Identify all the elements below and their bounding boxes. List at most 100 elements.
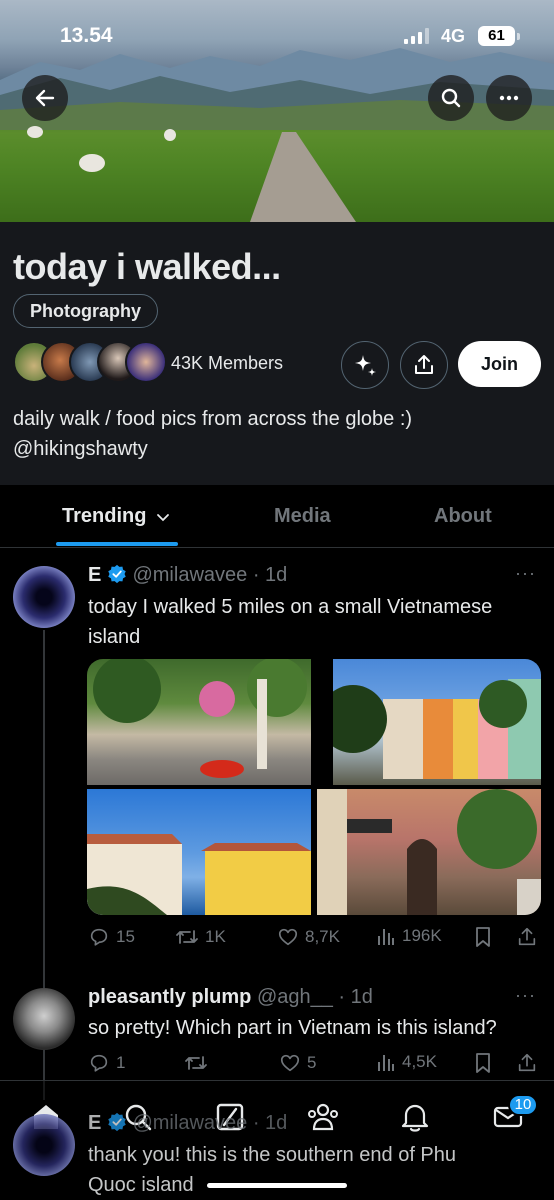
media-image-art (317, 789, 541, 915)
community-banner: 13.54 4G 61 (0, 0, 554, 222)
reply-icon (90, 928, 108, 946)
post-media-grid (87, 659, 541, 915)
post-actions: 1 5 4,5K (88, 1052, 540, 1080)
share-button[interactable] (400, 341, 448, 389)
bell-icon[interactable] (400, 1101, 430, 1133)
arrow-left-icon (35, 89, 55, 107)
home-indicator[interactable] (207, 1183, 347, 1188)
views-chart-icon (378, 1055, 394, 1071)
post-text-line: thank you! this is the southern end of P… (88, 1144, 457, 1166)
post-text-line: island (88, 626, 141, 648)
bookmark-icon (476, 1053, 490, 1073)
member-avatar (125, 341, 167, 383)
author-name[interactable]: pleasantly plump (88, 986, 251, 1008)
post-share-button[interactable] (516, 1052, 538, 1074)
status-bar: 13.54 4G 61 (0, 22, 554, 52)
search-button[interactable] (428, 75, 474, 121)
avatar[interactable] (13, 988, 75, 1050)
tab-media[interactable]: Media (274, 505, 331, 528)
post-time: · 1d (252, 564, 288, 586)
post-time: · 1d (338, 986, 373, 1008)
media-image[interactable] (317, 789, 541, 915)
status-time: 13.54 (60, 24, 113, 47)
category-chip[interactable]: Photography (13, 294, 158, 328)
post-share-button[interactable] (516, 926, 538, 948)
author-name[interactable]: E (88, 564, 101, 586)
like-button[interactable]: 5 (279, 1052, 316, 1074)
battery-level: 61 (478, 26, 515, 46)
community-title: today i walked... (13, 246, 281, 287)
view-count: 4,5K (402, 1052, 437, 1071)
post-more-button[interactable]: ··· (515, 563, 536, 584)
messages-badge: 10 (508, 1094, 538, 1116)
share-icon (415, 355, 433, 374)
chevron-down-icon (157, 514, 169, 522)
repost-icon (185, 1056, 207, 1070)
communities-icon[interactable] (306, 1101, 340, 1133)
tab-trending-label: Trending (62, 505, 147, 527)
active-tab-indicator (56, 542, 178, 546)
avatar[interactable] (13, 1114, 75, 1176)
bookmark-button[interactable] (473, 1052, 493, 1074)
battery-tip (517, 33, 520, 40)
media-image[interactable] (319, 659, 541, 785)
post-time: · 1d (252, 1112, 288, 1134)
post-header: E @milawavee · 1d (88, 1112, 287, 1135)
reply-count: 15 (116, 927, 135, 946)
tab-about[interactable]: About (434, 505, 492, 528)
back-button[interactable] (22, 75, 68, 121)
bookmark-button[interactable] (473, 926, 493, 948)
share-icon (518, 927, 536, 946)
views-chart-icon (378, 929, 394, 945)
network-type: 4G (441, 26, 466, 46)
more-options-button[interactable] (486, 75, 532, 121)
author-handle[interactable]: @agh__ (257, 986, 333, 1008)
tab-trending[interactable]: Trending (62, 505, 170, 528)
heart-icon (278, 928, 298, 946)
signal-icon (404, 28, 429, 44)
media-image[interactable] (87, 659, 311, 785)
grok-button[interactable] (341, 341, 389, 389)
reply-button[interactable]: 1 (88, 1052, 125, 1074)
repost-button[interactable]: 1K (175, 926, 226, 948)
post-text-line: so pretty! Which part in Vietnam is this… (88, 1017, 497, 1039)
post-header: E @milawavee · 1d (88, 564, 287, 587)
post-header: pleasantly plump @agh__ · 1d (88, 986, 373, 1009)
community-tabs: Trending Media About (0, 485, 554, 548)
post-text: thank you! this is the southern end of P… (88, 1140, 456, 1200)
member-avatars[interactable] (13, 341, 167, 385)
description-text: daily walk / food pics from across the g… (13, 408, 413, 430)
author-handle[interactable]: @milawavee (132, 564, 247, 586)
avatar[interactable] (13, 566, 75, 628)
views-button[interactable]: 196K (376, 926, 442, 946)
community-description: daily walk / food pics from across the g… (13, 404, 533, 464)
reply-button[interactable]: 15 (88, 926, 135, 948)
reply-count: 1 (116, 1053, 126, 1072)
like-count: 8,7K (305, 927, 340, 946)
media-image-art (319, 679, 541, 779)
like-count: 5 (307, 1053, 317, 1072)
post-more-button[interactable]: ··· (515, 985, 536, 1006)
views-button[interactable]: 4,5K (376, 1052, 437, 1072)
repost-button[interactable] (184, 1052, 214, 1074)
media-image[interactable] (87, 789, 311, 915)
repost-icon (176, 930, 198, 944)
media-image-art (87, 834, 311, 915)
community-info: today i walked... Photography 43K Member… (0, 222, 554, 485)
view-count: 196K (402, 926, 442, 945)
join-button[interactable]: Join (458, 341, 541, 387)
media-image-art (93, 659, 307, 778)
author-name[interactable]: E (88, 1112, 101, 1134)
bookmark-icon (476, 927, 490, 947)
post-text: today I walked 5 miles on a small Vietna… (88, 592, 492, 652)
verified-badge-icon (108, 1112, 126, 1132)
sparkle-icon (355, 355, 376, 376)
verified-badge-icon (108, 564, 126, 584)
like-button[interactable]: 8,7K (277, 926, 340, 948)
post-text: so pretty! Which part in Vietnam is this… (88, 1013, 497, 1043)
creator-handle-link[interactable]: @hikingshawty (13, 434, 533, 464)
post-text-line: today I walked 5 miles on a small Vietna… (88, 596, 493, 618)
member-count[interactable]: 43K Members (171, 353, 283, 374)
more-horizontal-icon (499, 95, 519, 101)
author-handle[interactable]: @milawavee (132, 1112, 247, 1134)
